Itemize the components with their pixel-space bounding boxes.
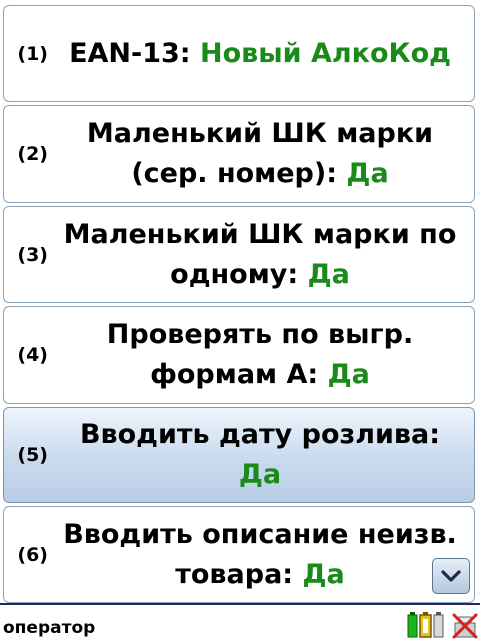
chevron-down-icon <box>441 570 461 582</box>
item-text: Вводить описание неизв. товара: Да <box>50 515 474 595</box>
item-label-line1: Маленький ШК марки по <box>63 218 457 250</box>
item-label-line2: (сер. номер): Да <box>50 154 470 194</box>
menu-item-5[interactable]: (5) Вводить дату розлива: Да <box>3 407 475 503</box>
network-disconnected-icon <box>452 613 478 639</box>
item-text: Вводить дату розлива: Да <box>50 415 474 495</box>
menu-item-1[interactable]: (1) EAN-13: Новый АлкоКод <box>3 5 475 102</box>
menu-item-3[interactable]: (3) Маленький ШК марки по одному: Да <box>3 206 475 303</box>
menu-item-6[interactable]: (6) Вводить описание неизв. товара: Да <box>3 506 475 603</box>
battery-icon <box>407 612 444 638</box>
item-number: (5) <box>17 444 48 466</box>
item-value: Да <box>302 558 345 590</box>
item-label: одному: <box>170 258 308 290</box>
item-number: (3) <box>17 243 48 266</box>
item-text: Маленький ШК марки (сер. номер): Да <box>50 114 474 194</box>
item-label-line1: Вводить описание неизв. <box>63 518 457 550</box>
item-label: EAN-13: <box>69 37 200 69</box>
item-number: (2) <box>17 143 48 165</box>
item-label-line1: Проверять по выгр. <box>106 319 414 350</box>
item-text: Проверять по выгр. формам А: Да <box>50 315 474 395</box>
item-label: (сер. номер): <box>131 158 347 189</box>
item-text: EAN-13: Новый АлкоКод <box>50 34 474 74</box>
item-label-line2: одному: Да <box>50 255 470 295</box>
item-label: формам А: <box>150 359 328 390</box>
menu-item-2[interactable]: (2) Маленький ШК марки (сер. номер): Да <box>3 105 475 203</box>
item-label-line2: товара: Да <box>50 555 470 595</box>
item-value: Новый АлкоКод <box>199 37 451 69</box>
item-number: (6) <box>17 543 48 566</box>
item-value: Да <box>307 258 350 290</box>
item-number: (4) <box>17 344 48 366</box>
item-label-line1: Маленький ШК марки <box>86 118 434 149</box>
scroll-down-button[interactable] <box>432 558 470 594</box>
status-bar: оператор <box>0 603 480 640</box>
item-value: Да <box>238 459 282 490</box>
status-user-label: оператор <box>3 618 96 638</box>
item-text: Маленький ШК марки по одному: Да <box>50 215 474 295</box>
item-label-line2: формам А: Да <box>50 355 470 395</box>
screen: (1) EAN-13: Новый АлкоКод (2) Маленький … <box>0 0 480 640</box>
item-label-line1: Вводить дату розлива: <box>79 419 441 450</box>
item-label: товара: <box>175 558 303 590</box>
item-number: (1) <box>17 42 48 65</box>
menu-item-4[interactable]: (4) Проверять по выгр. формам А: Да <box>3 306 475 404</box>
item-label-line2: Да <box>50 455 470 495</box>
item-value: Да <box>346 158 389 189</box>
item-value: Да <box>327 359 370 390</box>
